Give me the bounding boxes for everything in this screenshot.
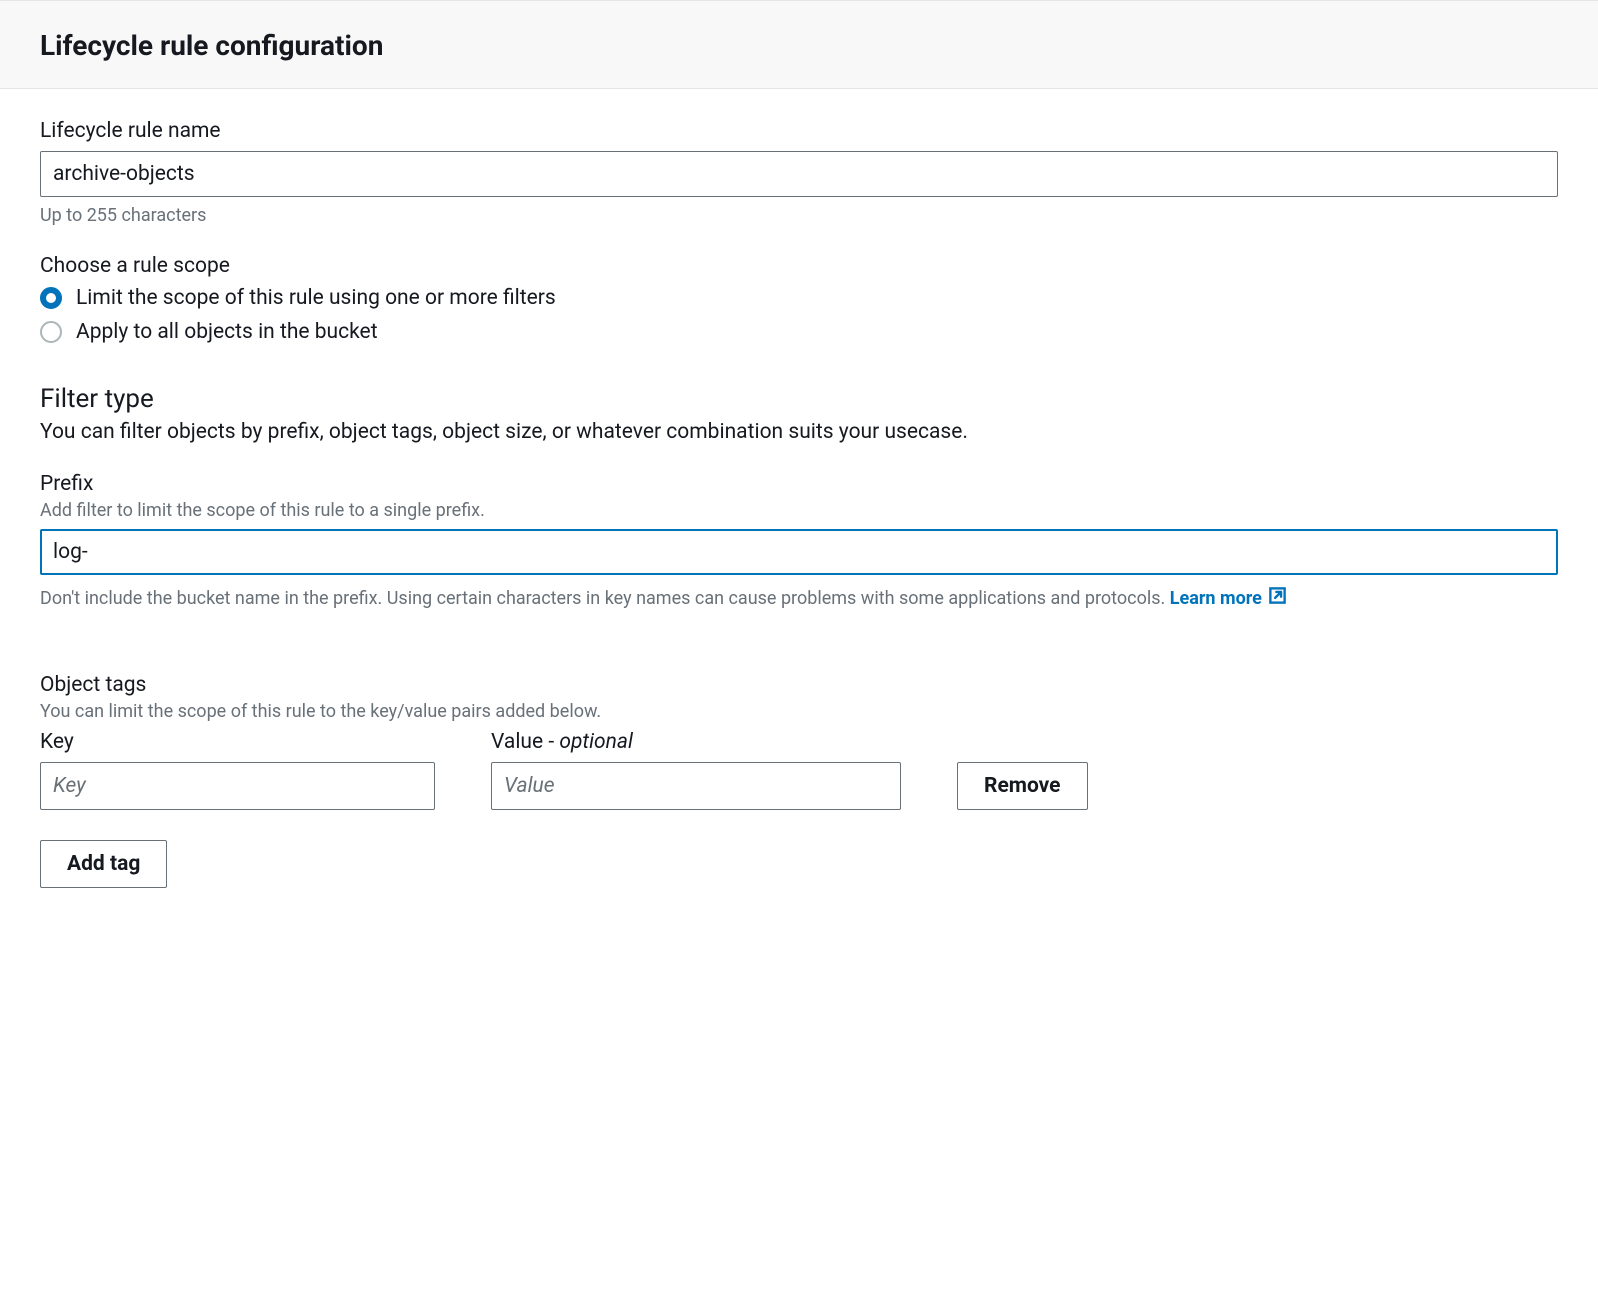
filter-type-desc: You can filter objects by prefix, object… (40, 420, 1558, 444)
rule-name-label: Lifecycle rule name (40, 119, 1558, 143)
rule-name-input[interactable] (40, 151, 1558, 197)
form-content: Lifecycle rule name Up to 255 characters… (0, 89, 1598, 928)
page-header: Lifecycle rule configuration (0, 0, 1598, 89)
rule-scope-option-all[interactable]: Apply to all objects in the bucket (40, 320, 1558, 344)
prefix-helper-text: Don't include the bucket name in the pre… (40, 588, 1170, 609)
rule-name-section: Lifecycle rule name Up to 255 characters (40, 119, 1558, 226)
object-tags-section: Object tags You can limit the scope of t… (40, 673, 1558, 888)
rule-scope-radio-group: Limit the scope of this rule using one o… (40, 286, 1558, 344)
prefix-section: Prefix Add filter to limit the scope of … (40, 472, 1558, 613)
tag-key-col: Key (40, 730, 435, 810)
rule-scope-section: Choose a rule scope Limit the scope of t… (40, 254, 1558, 344)
prefix-helper: Don't include the bucket name in the pre… (40, 585, 1558, 613)
rule-scope-label: Choose a rule scope (40, 254, 1558, 278)
tag-key-input[interactable] (40, 762, 435, 810)
tag-value-input[interactable] (491, 762, 901, 810)
rule-name-helper: Up to 255 characters (40, 205, 1558, 226)
prefix-input[interactable] (40, 529, 1558, 575)
tag-key-label: Key (40, 730, 435, 754)
object-tags-desc: You can limit the scope of this rule to … (40, 701, 1558, 722)
tag-remove-col: Remove (957, 762, 1088, 810)
tag-value-label: Value - optional (491, 730, 901, 754)
filter-type-title: Filter type (40, 384, 1558, 414)
prefix-desc: Add filter to limit the scope of this ru… (40, 500, 1558, 521)
tag-value-col: Value - optional (491, 730, 901, 810)
external-link-icon (1268, 586, 1287, 613)
page-title: Lifecycle rule configuration (40, 29, 1558, 62)
radio-icon (40, 321, 62, 343)
filter-type-section: Filter type You can filter objects by pr… (40, 384, 1558, 444)
rule-scope-option-label: Limit the scope of this rule using one o… (76, 286, 556, 310)
rule-scope-option-label: Apply to all objects in the bucket (76, 320, 378, 344)
radio-icon (40, 287, 62, 309)
prefix-label: Prefix (40, 472, 1558, 496)
object-tags-label: Object tags (40, 673, 1558, 697)
add-tag-button[interactable]: Add tag (40, 840, 167, 888)
learn-more-link[interactable]: Learn more (1170, 588, 1288, 609)
remove-tag-button[interactable]: Remove (957, 762, 1088, 810)
tag-row: Key Value - optional Remove (40, 730, 1558, 810)
rule-scope-option-limit[interactable]: Limit the scope of this rule using one o… (40, 286, 1558, 310)
